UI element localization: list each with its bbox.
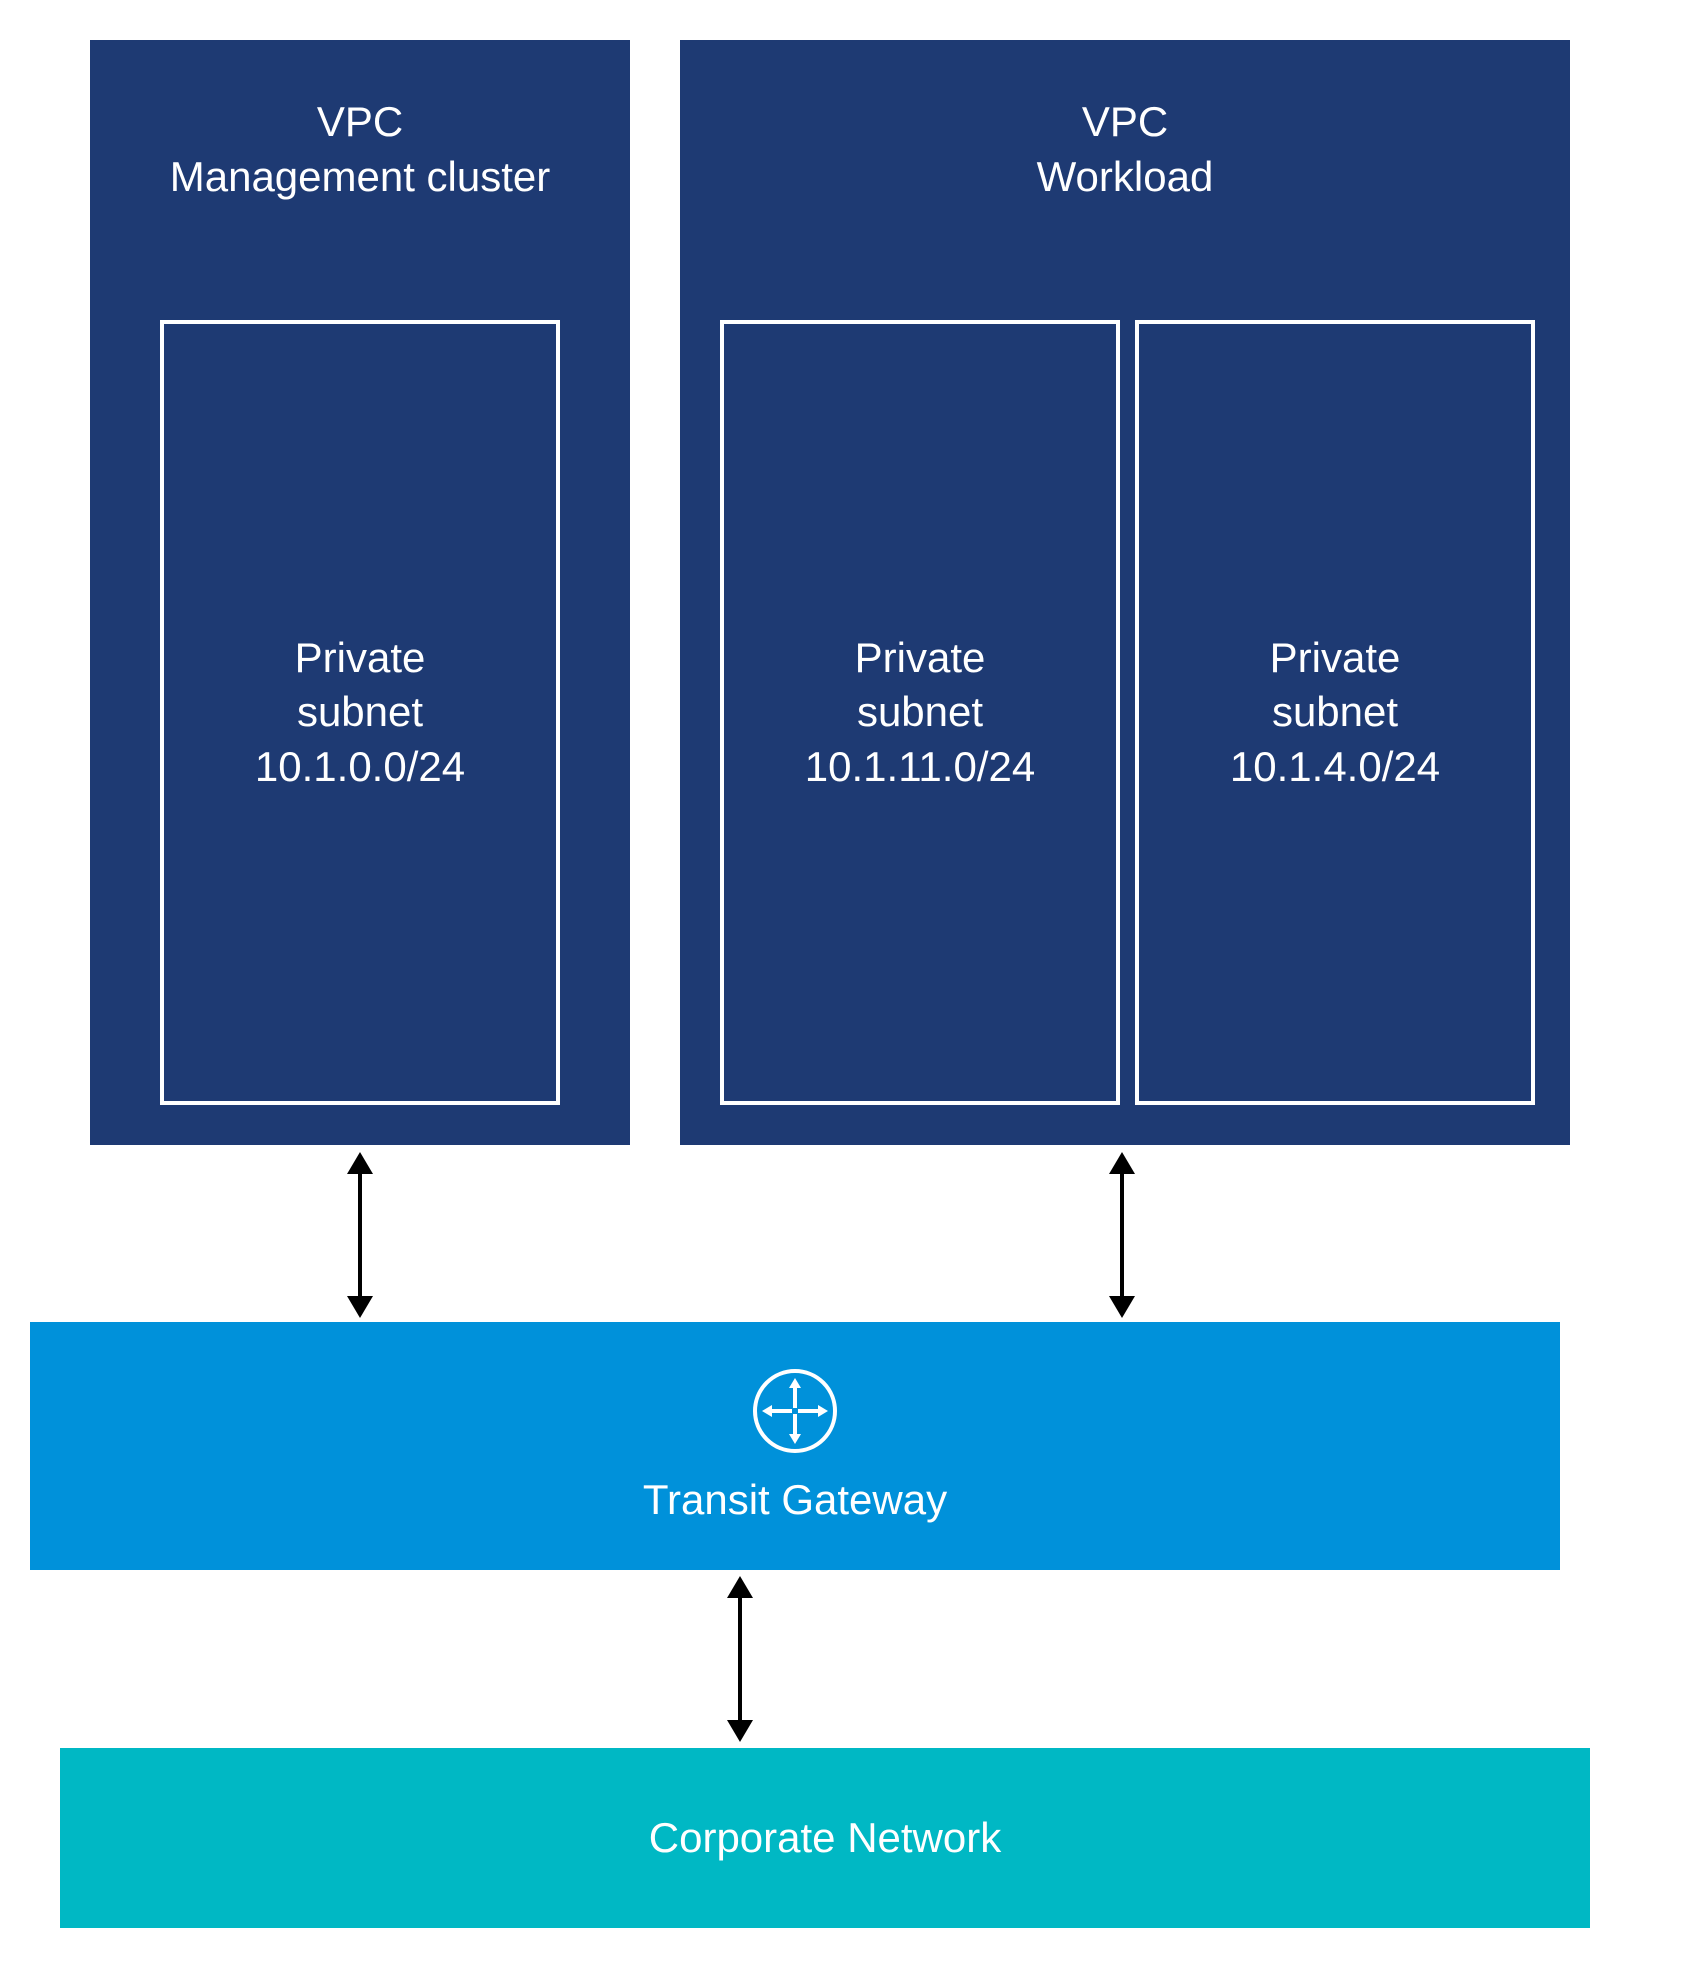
subnet-type: subnet (1272, 685, 1398, 740)
subnet-box-workload-2: Private subnet 10.1.4.0/24 (1135, 320, 1535, 1105)
arrow-workload-to-tg (1120, 1170, 1124, 1300)
subnet-cidr: 10.1.11.0/24 (805, 740, 1035, 795)
subnet-label: Private (295, 631, 426, 686)
transit-gateway: Transit Gateway (30, 1322, 1560, 1570)
vpc-workload: VPC Workload Private subnet 10.1.11.0/24… (680, 40, 1570, 1145)
subnet-cidr: 10.1.4.0/24 (1230, 740, 1440, 795)
vpc-mgmt-title-line1: VPC (317, 98, 403, 145)
subnet-label: Private (1270, 631, 1401, 686)
subnet-box-mgmt-1: Private subnet 10.1.0.0/24 (160, 320, 560, 1105)
transit-gateway-label: Transit Gateway (643, 1476, 947, 1524)
subnet-cidr: 10.1.0.0/24 (255, 740, 465, 795)
transit-gateway-icon (752, 1368, 838, 1454)
arrow-tg-to-corp (738, 1594, 742, 1724)
vpc-management-cluster: VPC Management cluster Private subnet 10… (90, 40, 630, 1145)
corporate-network: Corporate Network (60, 1748, 1590, 1928)
vpc-mgmt-title: VPC Management cluster (90, 95, 630, 204)
vpc-workload-title-line1: VPC (1082, 98, 1168, 145)
vpc-workload-title: VPC Workload (680, 95, 1570, 204)
arrow-mgmt-to-tg (358, 1170, 362, 1300)
vpc-workload-title-line2: Workload (1037, 153, 1214, 200)
corporate-network-label: Corporate Network (649, 1814, 1001, 1862)
subnet-type: subnet (297, 685, 423, 740)
subnet-box-workload-1: Private subnet 10.1.11.0/24 (720, 320, 1120, 1105)
subnet-label: Private (855, 631, 986, 686)
subnet-type: subnet (857, 685, 983, 740)
vpc-mgmt-title-line2: Management cluster (170, 153, 551, 200)
